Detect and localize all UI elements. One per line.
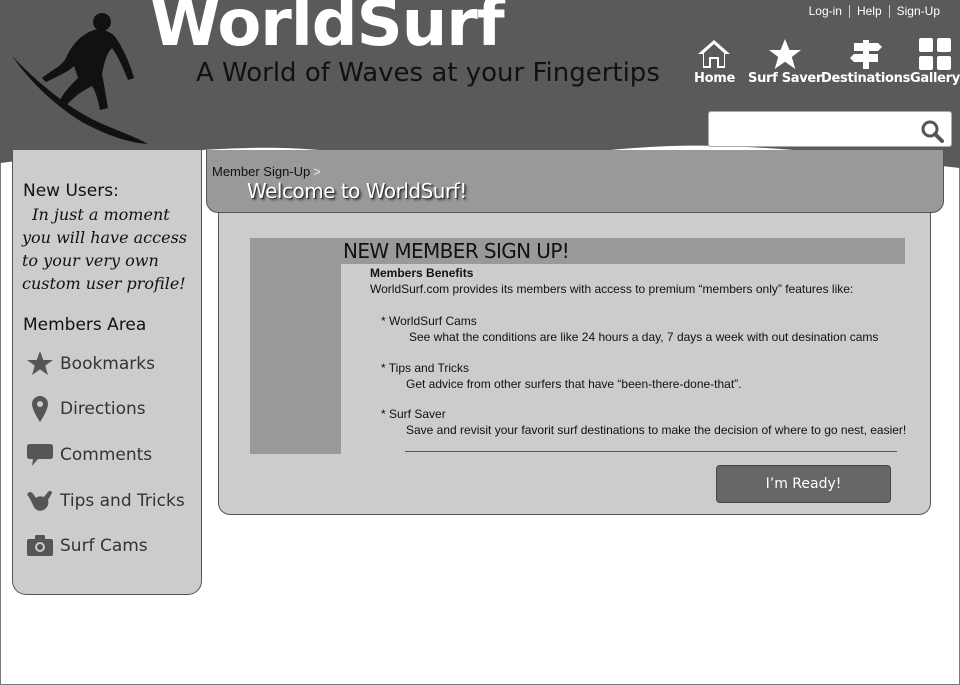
signup-title-bar: NEW MEMBER SIGN UP! xyxy=(341,238,905,264)
help-link[interactable]: Help xyxy=(857,4,882,18)
sidebar-item-label: Directions xyxy=(60,399,146,419)
shaka-hand-icon xyxy=(27,490,52,511)
nav-home-label: Home xyxy=(694,71,735,86)
benefit-description: See what the conditions are like 24 hour… xyxy=(409,330,879,344)
benefits-section: Members Benefits WorldSurf.com provides … xyxy=(370,265,920,437)
benefits-heading: Members Benefits xyxy=(370,266,474,280)
login-link[interactable]: Log-in xyxy=(809,4,842,18)
new-users-title: New Users: xyxy=(23,181,119,201)
nav-gallery-label: Gallery xyxy=(910,71,960,86)
search-input[interactable] xyxy=(717,118,917,140)
nav-surf-saver-label: Surf Saver xyxy=(748,71,823,86)
sidebar-item-surf-cams[interactable]: Surf Cams xyxy=(26,531,148,561)
benefit-item: * WorldSurf Cams See what the conditions… xyxy=(370,313,930,345)
ready-button[interactable]: I’m Ready! xyxy=(716,465,891,503)
benefit-name: * Tips and Tricks xyxy=(381,361,470,375)
star-icon xyxy=(27,351,53,375)
sidebar-item-label: Bookmarks xyxy=(60,354,155,374)
surfer-logo-icon xyxy=(12,13,148,144)
page-title: Welcome to WorldSurf! xyxy=(247,179,467,203)
divider xyxy=(848,4,850,18)
camera-icon xyxy=(27,535,53,556)
breadcrumb: Member Sign-Up > xyxy=(212,164,321,179)
divider xyxy=(405,451,897,452)
sidebar-item-bookmarks[interactable]: Bookmarks xyxy=(26,349,155,379)
search-box xyxy=(708,111,952,147)
breadcrumb-separator: > xyxy=(313,164,321,179)
benefit-item: * Surf Saver Save and revisit your favor… xyxy=(370,406,930,438)
nav-gallery[interactable]: Gallery xyxy=(910,38,960,86)
signpost-icon xyxy=(849,40,882,69)
new-users-message: In just a moment you will have access to… xyxy=(22,205,187,293)
star-icon xyxy=(769,39,802,69)
search-icon[interactable] xyxy=(920,119,944,143)
divider xyxy=(888,4,890,18)
breadcrumb-bar: Member Sign-Up > Welcome to WorldSurf! xyxy=(206,150,944,213)
home-icon xyxy=(698,40,731,68)
sidebar-item-label: Surf Cams xyxy=(60,536,148,556)
nav-surf-saver[interactable]: Surf Saver xyxy=(748,38,822,86)
nav-destinations[interactable]: Destinations xyxy=(821,38,910,86)
breadcrumb-item[interactable]: Member Sign-Up xyxy=(212,164,310,179)
brand-logo[interactable]: WorldSurf xyxy=(150,0,505,56)
benefit-description: Save and revisit your favorit surf desti… xyxy=(406,423,907,437)
sidebar-item-label: Tips and Tricks xyxy=(60,491,185,511)
grid-icon xyxy=(918,38,951,70)
members-area-title: Members Area xyxy=(23,315,147,335)
sidebar: New Users: In just a moment you will hav… xyxy=(12,150,202,595)
tagline: A World of Waves at your Fingertips xyxy=(196,58,660,88)
map-pin-icon xyxy=(32,396,48,422)
sidebar-item-directions[interactable]: Directions xyxy=(26,394,146,424)
image-placeholder xyxy=(250,238,341,454)
signup-panel: NEW MEMBER SIGN UP! Members Benefits Wor… xyxy=(218,213,931,515)
benefits-intro: WorldSurf.com provides its members with … xyxy=(370,282,854,296)
benefit-item: * Tips and Tricks Get advice from other … xyxy=(370,360,930,392)
benefit-description: Get advice from other surfers that have … xyxy=(406,377,742,391)
sidebar-item-tips-and-tricks[interactable]: Tips and Tricks xyxy=(26,486,185,516)
nav-destinations-label: Destinations xyxy=(821,71,911,86)
top-links: Log-in Help Sign-Up xyxy=(809,4,940,18)
sidebar-item-comments[interactable]: Comments xyxy=(26,440,152,470)
sidebar-item-label: Comments xyxy=(60,445,153,465)
signup-title: NEW MEMBER SIGN UP! xyxy=(343,239,570,263)
benefit-name: * WorldSurf Cams xyxy=(381,314,477,328)
new-users-text: In just a moment you will have access to… xyxy=(22,203,200,295)
nav-home[interactable]: Home xyxy=(694,38,735,86)
signup-link[interactable]: Sign-Up xyxy=(897,4,940,18)
speech-bubble-icon xyxy=(27,444,53,466)
benefit-name: * Surf Saver xyxy=(381,407,446,421)
